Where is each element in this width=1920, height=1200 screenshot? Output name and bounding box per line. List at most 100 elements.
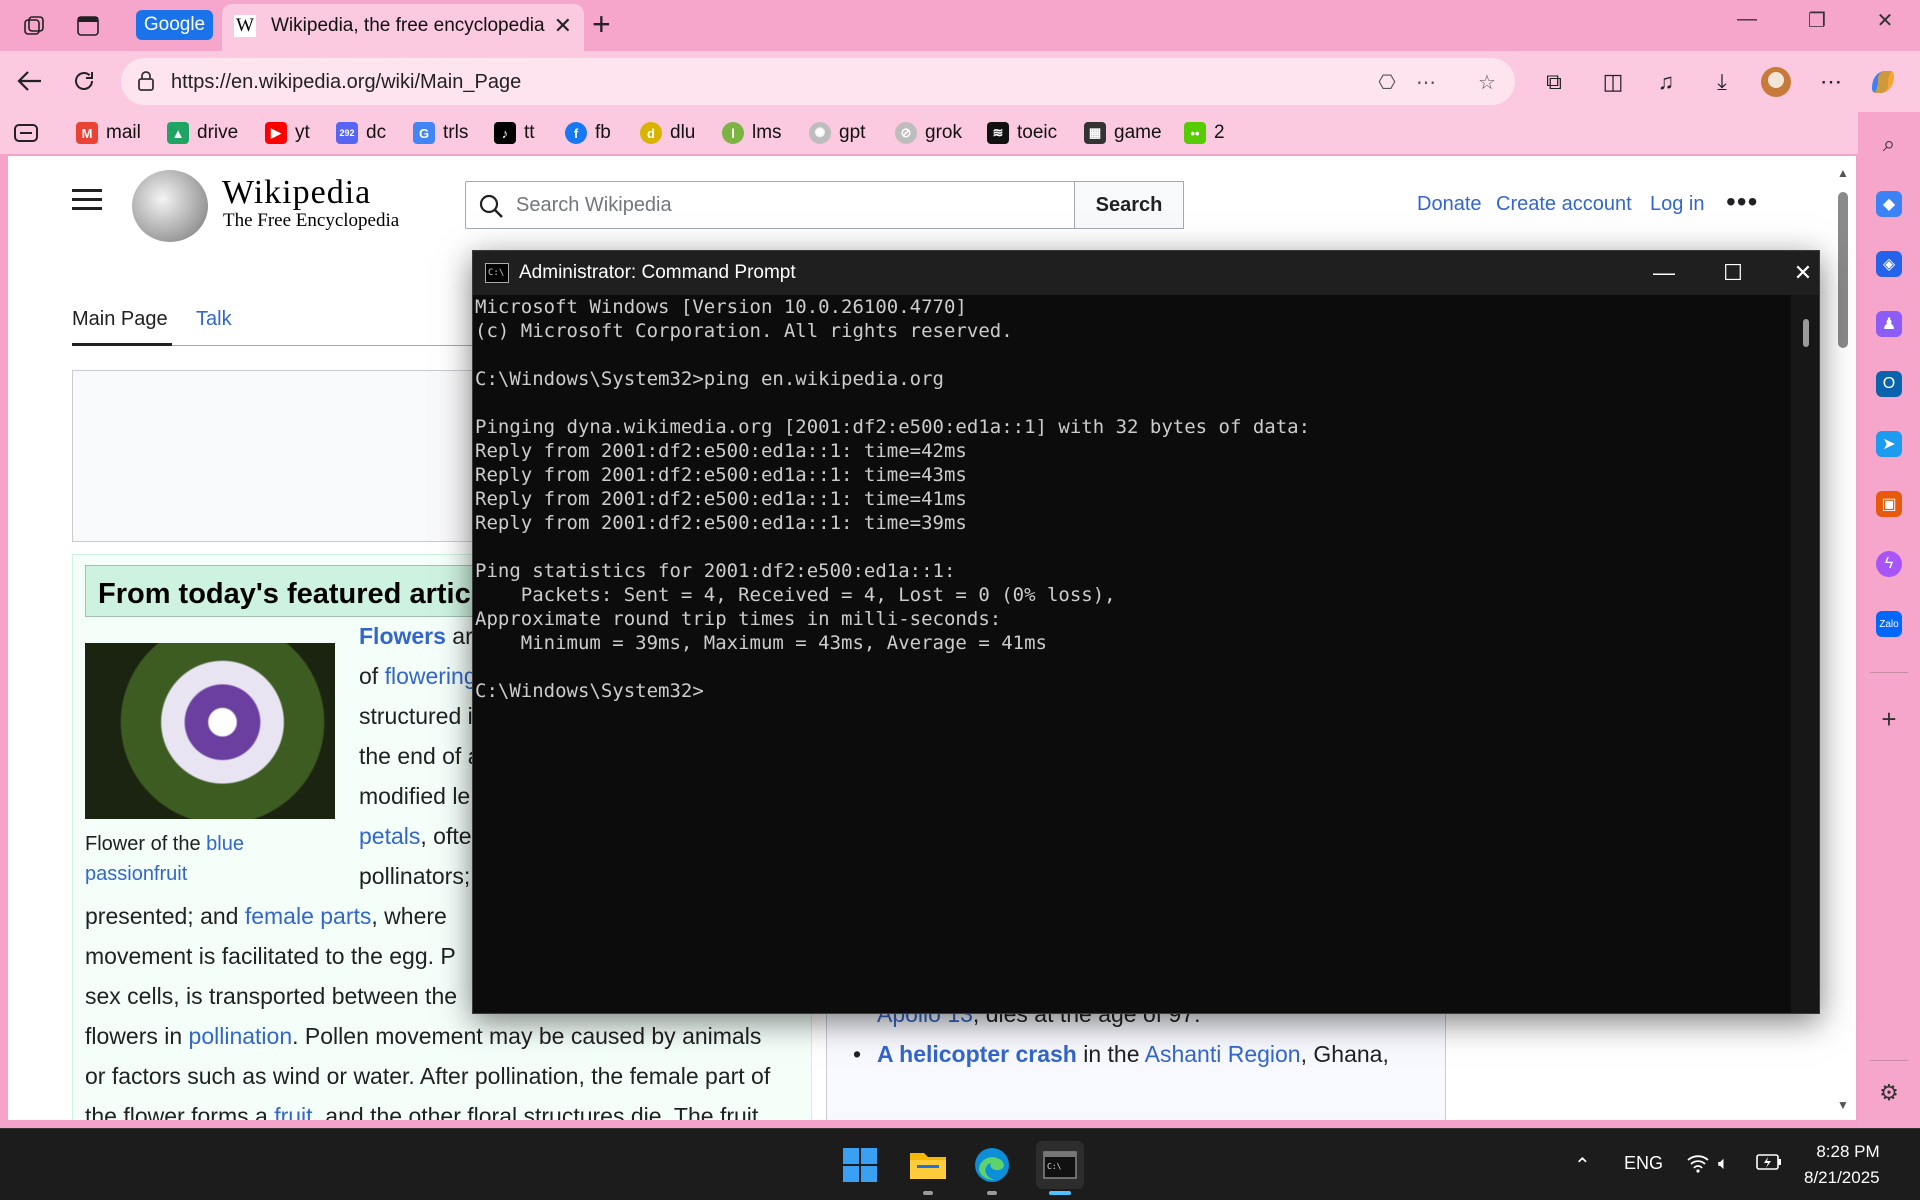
bookmark-yt[interactable]: ▶ yt bbox=[265, 120, 310, 146]
sidebar-outlook-icon[interactable]: O bbox=[1876, 371, 1902, 397]
bookmark-lms[interactable]: l lms bbox=[722, 120, 782, 146]
bookmark-gpt[interactable]: ✺ gpt bbox=[809, 120, 865, 146]
close-tab-icon[interactable]: ✕ bbox=[554, 13, 572, 39]
sidebar-games-icon[interactable]: ♟ bbox=[1876, 311, 1902, 337]
bookmark-mail[interactable]: Mmail bbox=[76, 120, 141, 146]
file-explorer-icon[interactable] bbox=[904, 1141, 952, 1189]
more-options-icon[interactable]: ••• bbox=[1726, 186, 1758, 218]
volume-icon[interactable]: 🔈︎ bbox=[1718, 1153, 1729, 1174]
more-options-circle-icon[interactable]: ⋯ bbox=[1412, 68, 1440, 96]
article-link[interactable]: fruit bbox=[274, 1103, 312, 1120]
bookmark-grok[interactable]: ⊘ grok bbox=[895, 120, 962, 146]
drive-icon: ▲ bbox=[167, 122, 189, 144]
start-windows-icon[interactable] bbox=[836, 1141, 884, 1189]
back-arrow-icon[interactable] bbox=[12, 63, 48, 99]
address-bar[interactable]: https://en.wikipedia.org/wiki/Main_Page … bbox=[121, 58, 1515, 105]
sidebar-search-icon[interactable]: ⌕ bbox=[1876, 131, 1902, 157]
donate-link[interactable]: Donate bbox=[1417, 193, 1482, 216]
cmd-close-icon[interactable]: ✕ bbox=[1783, 257, 1823, 289]
bookmark-dlu[interactable]: d dlu bbox=[640, 120, 695, 146]
show-hidden-icons-chevron-icon[interactable]: ⌃ bbox=[1574, 1153, 1591, 1178]
cmd-taskbar-icon[interactable]: C:\ bbox=[1036, 1141, 1084, 1189]
scroll-up-arrow-icon[interactable]: ▲ bbox=[1837, 166, 1849, 180]
log-in-link[interactable]: Log in bbox=[1650, 193, 1705, 216]
main-menu-hamburger-icon[interactable] bbox=[72, 189, 102, 213]
tab-main-page[interactable]: Main Page bbox=[72, 308, 168, 331]
bookmark-tt[interactable]: ♪ tt bbox=[494, 120, 535, 146]
bookmark-label: trls bbox=[443, 122, 469, 143]
media-icon[interactable]: ♫ bbox=[1649, 65, 1683, 99]
settings-more-icon[interactable]: ⋯ bbox=[1814, 65, 1848, 99]
split-screen-icon[interactable]: ◫ bbox=[1596, 65, 1630, 99]
article-link[interactable]: pollination bbox=[189, 1023, 293, 1049]
article-link[interactable]: female parts bbox=[245, 903, 372, 929]
sidebar-copilot-icon[interactable]: ◆ bbox=[1876, 191, 1902, 217]
scroll-down-arrow-icon[interactable]: ▼ bbox=[1837, 1098, 1849, 1112]
battery-charging-icon[interactable] bbox=[1756, 1153, 1782, 1176]
reading-list-icon[interactable] bbox=[14, 120, 38, 146]
search-button[interactable]: Search bbox=[1074, 181, 1184, 229]
wikipedia-search-input[interactable]: Search Wikipedia bbox=[465, 181, 1075, 229]
cmd-scrollbar[interactable] bbox=[1791, 295, 1819, 1013]
sidebar-send-icon[interactable]: ➤ bbox=[1876, 431, 1902, 457]
edge-browser-icon[interactable] bbox=[968, 1141, 1016, 1189]
cmd-app-icon: C:\ bbox=[485, 263, 509, 283]
tab-actions-icon[interactable] bbox=[72, 10, 104, 42]
article-link[interactable]: A helicopter crash bbox=[877, 1041, 1077, 1067]
article-text: , and the other floral structures die. T… bbox=[312, 1103, 759, 1120]
sidebar-settings-gear-icon[interactable]: ⚙ bbox=[1876, 1080, 1902, 1106]
read-aloud-icon[interactable]: ⎔ bbox=[1373, 68, 1401, 96]
wifi-icon[interactable] bbox=[1686, 1153, 1710, 1178]
profile-avatar[interactable] bbox=[1759, 65, 1793, 99]
bookmark-trls[interactable]: Gtrls bbox=[413, 120, 468, 146]
cmd-scrollbar-thumb[interactable] bbox=[1803, 319, 1809, 347]
sidebar-add-icon[interactable]: + bbox=[1876, 704, 1902, 734]
new-tab-icon[interactable]: + bbox=[592, 6, 611, 43]
article-link[interactable]: flowering bbox=[385, 663, 477, 689]
bookmark-2[interactable]: •• 2 bbox=[1184, 120, 1225, 146]
restore-window-icon[interactable]: ❐ bbox=[1797, 8, 1837, 33]
tab-google[interactable]: Google bbox=[136, 10, 213, 40]
language-indicator[interactable]: ENG bbox=[1624, 1153, 1663, 1174]
command-prompt-window[interactable]: C:\ Administrator: Command Prompt — ☐ ✕ … bbox=[472, 250, 1820, 1014]
sidebar-tools-icon[interactable]: ▣ bbox=[1876, 491, 1902, 517]
page-scrollbar-thumb[interactable] bbox=[1838, 192, 1848, 348]
refresh-icon[interactable] bbox=[66, 63, 102, 99]
downloads-icon[interactable]: ⤓ bbox=[1705, 65, 1739, 99]
bookmark-label: game bbox=[1114, 122, 1162, 143]
bookmark-toeic[interactable]: ≋ toeic bbox=[987, 120, 1057, 146]
article-link[interactable]: petals bbox=[359, 823, 420, 849]
tab-talk[interactable]: Talk bbox=[196, 308, 232, 331]
copilot-icon[interactable] bbox=[1866, 65, 1900, 99]
bookmark-dc[interactable]: 292 dc bbox=[336, 120, 386, 146]
toeic-icon: ≋ bbox=[987, 122, 1009, 144]
tab-wikipedia[interactable]: W Wikipedia, the free encyclopedia ✕ bbox=[222, 4, 584, 51]
cmd-minimize-icon[interactable]: — bbox=[1644, 257, 1684, 289]
cmd-maximize-icon[interactable]: ☐ bbox=[1713, 257, 1753, 289]
wikipedia-globe-logo[interactable] bbox=[132, 170, 208, 242]
cmd-console-output[interactable]: Microsoft Windows [Version 10.0.26100.47… bbox=[475, 295, 1795, 1013]
url-text[interactable]: https://en.wikipedia.org/wiki/Main_Page bbox=[171, 71, 521, 94]
lock-icon[interactable] bbox=[135, 70, 157, 92]
cmd-title-bar[interactable]: C:\ Administrator: Command Prompt — ☐ ✕ bbox=[473, 251, 1819, 295]
bookmark-fb[interactable]: f fb bbox=[565, 120, 611, 146]
minimize-window-icon[interactable]: — bbox=[1727, 8, 1767, 31]
wikipedia-wordmark[interactable]: Wikipedia bbox=[222, 174, 371, 212]
search-placeholder: Search Wikipedia bbox=[516, 194, 672, 216]
bookmark-drive[interactable]: ▲ drive bbox=[167, 120, 238, 146]
favorite-star-icon[interactable]: ☆ bbox=[1473, 68, 1501, 96]
workspaces-icon[interactable] bbox=[18, 10, 50, 42]
sidebar-divider bbox=[1870, 672, 1908, 673]
article-link[interactable]: Flowers bbox=[359, 623, 446, 649]
sidebar-zalo-icon[interactable]: Zalo bbox=[1876, 611, 1902, 637]
article-link[interactable]: Ashanti Region bbox=[1145, 1041, 1301, 1067]
bookmark-game[interactable]: ▦ game bbox=[1084, 120, 1162, 146]
system-clock[interactable]: 8:28 PM 8/21/2025 bbox=[1804, 1139, 1880, 1191]
sidebar-shopping-icon[interactable]: ◈ bbox=[1876, 251, 1902, 277]
flower-image[interactable] bbox=[85, 643, 335, 819]
sidebar-messenger-icon[interactable]: ϟ bbox=[1876, 551, 1902, 577]
create-account-link[interactable]: Create account bbox=[1496, 193, 1632, 216]
close-window-icon[interactable]: ✕ bbox=[1865, 8, 1905, 33]
extensions-icon[interactable]: ⧉ bbox=[1537, 65, 1571, 99]
